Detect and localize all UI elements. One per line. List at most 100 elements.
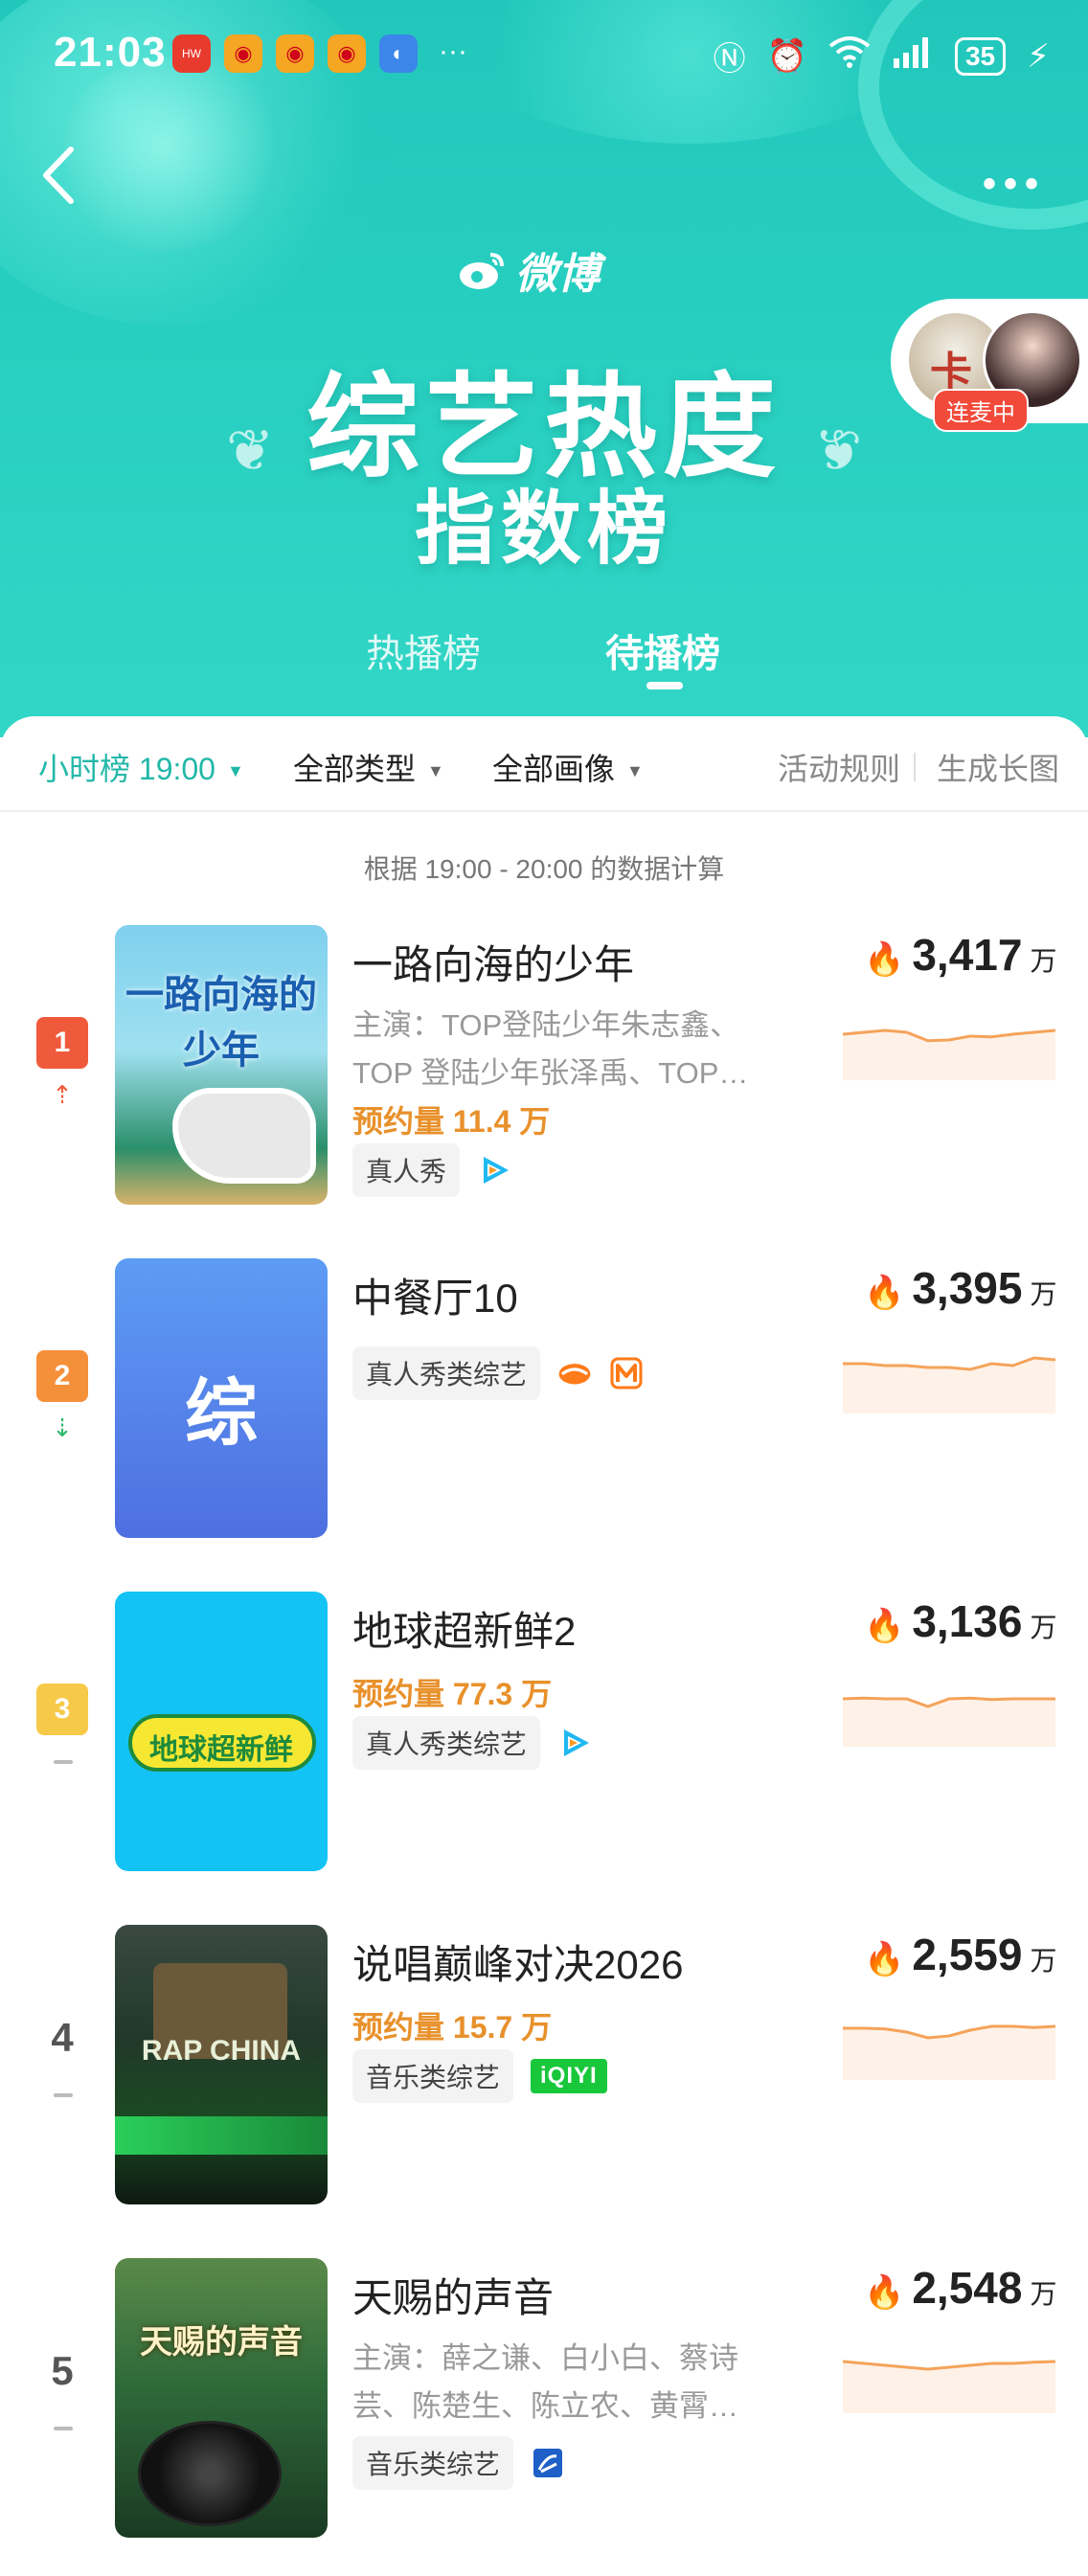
heat-index: 🔥 3,395 万 [864, 1262, 1056, 1314]
divider [914, 753, 916, 781]
mango-tv-icon [557, 1356, 592, 1390]
poster-vinyl-art [138, 2421, 282, 2526]
heat-index: 🔥 2,548 万 [864, 2262, 1056, 2314]
weibo-icon: ◉ [328, 34, 366, 73]
fire-icon: 🔥 [864, 1608, 905, 1644]
alarm-icon: ⏰ [766, 37, 807, 75]
show-title[interactable]: 中餐厅10 [352, 1266, 518, 1324]
trend-flat-icon [54, 2093, 73, 2097]
battery-icon: 35 [954, 36, 1007, 76]
generate-long-image-link[interactable]: 生成长图 [937, 745, 1059, 789]
tag-row: 音乐类综艺 [352, 2436, 565, 2490]
trend-flat-icon [54, 2427, 73, 2430]
heat-value: 2,559 [912, 1930, 1023, 1979]
weibo-eye-icon [460, 253, 504, 289]
tab-indicator [646, 682, 683, 689]
poster-mirror-art [172, 1088, 316, 1184]
sparkline-area [843, 2361, 1055, 2413]
back-button[interactable] [34, 142, 82, 209]
more-options-button[interactable]: ••• [983, 163, 1046, 206]
heat-index: 🔥 3,136 万 [864, 1595, 1056, 1647]
tag-row: 真人秀 [352, 1143, 511, 1197]
trend-flat-icon [54, 1760, 73, 1764]
tencent-video-icon [557, 1726, 592, 1760]
rank-number: 5 [51, 2348, 74, 2393]
heat-unit: 万 [1030, 2279, 1057, 2309]
tag-row: 真人秀类综艺 [352, 1716, 592, 1770]
status-more-icon: ··· [439, 35, 467, 67]
weibo-logo: 微博 [458, 239, 600, 301]
caret-down-icon: ▼ [226, 761, 244, 781]
show-poster[interactable]: 综 [115, 1258, 328, 1538]
heat-sparkline [843, 1028, 1055, 1080]
poster-title: 地球超新鲜 [149, 1734, 293, 1766]
show-poster[interactable]: RAP CHINA [115, 1925, 328, 2204]
tab-upcoming[interactable]: 待播榜 [605, 622, 720, 678]
tab-bar: 热播榜 待播榜 [0, 622, 1088, 699]
heat-index: 🔥 3,417 万 [864, 929, 1056, 981]
filter-time-dropdown[interactable]: 小时榜 19:00 ▼ [38, 745, 244, 789]
sparkline-area [843, 1698, 1055, 1747]
show-title[interactable]: 地球超新鲜2 [352, 1599, 576, 1658]
live-room-entry[interactable]: 卡 连麦中 [891, 299, 1088, 432]
caret-down-icon: ▼ [427, 761, 444, 781]
poster-light-art [115, 2116, 328, 2155]
heat-unit: 万 [1030, 1279, 1057, 1309]
caret-down-icon: ▼ [626, 761, 644, 781]
filter-image-dropdown[interactable]: 全部画像 ▼ [492, 745, 644, 789]
show-poster[interactable]: 一路向海的少年 [115, 925, 328, 1205]
rank-number: 4 [51, 2015, 74, 2060]
heat-value: 3,417 [912, 930, 1023, 980]
show-poster[interactable]: 天赐的声音 [115, 2258, 328, 2538]
sparkline-area [843, 2026, 1055, 2080]
category-tag: 音乐类综艺 [352, 2049, 514, 2103]
hero-banner: 21:03 HW ◉ ◉ ◉ ◐ ··· Ⓝ ⏰ 35 ⚡ ••• 微博 ❦ ❦… [0, 0, 1088, 737]
heat-value: 3,395 [912, 1263, 1023, 1313]
heat-unit: 万 [1030, 946, 1057, 976]
tab-hot[interactable]: 热播榜 [366, 622, 481, 678]
list-item[interactable]: 1 ⇡ 一路向海的少年 一路向海的少年 主演：TOP登陆少年朱志鑫、TOP 登陆… [0, 925, 1088, 1212]
status-right: Ⓝ ⏰ 35 ⚡ [714, 33, 1050, 79]
list-item[interactable]: 5 天赐的声音 天赐的声音 主演：薛之谦、白小白、蔡诗芸、陈楚生、陈立农、黄霄…… [0, 2258, 1088, 2545]
wifi-icon [828, 34, 871, 78]
trend-up-icon: ⇡ [52, 1080, 73, 1109]
poster-title: 天赐的声音 [140, 2324, 303, 2361]
mgtv-icon [609, 1356, 644, 1390]
poster-title: 一路向海的少年 [125, 974, 317, 1072]
list-item[interactable]: 3 地球超新鲜 地球超新鲜2 预约量 77.3 万 真人秀类综艺 🔥 3,136… [0, 1592, 1088, 1879]
nfc-icon: Ⓝ [713, 41, 746, 78]
trend-down-icon: ⇣ [52, 1413, 73, 1442]
show-title[interactable]: 天赐的声音 [352, 2266, 554, 2324]
zhejiang-tv-icon [531, 2446, 565, 2480]
fire-icon: 🔥 [864, 1275, 905, 1311]
filter-image-label: 全部画像 [492, 752, 616, 786]
filter-type-dropdown[interactable]: 全部类型 ▼ [293, 745, 444, 789]
category-tag: 真人秀类综艺 [352, 1346, 541, 1400]
reserve-count: 预约量 77.3 万 [352, 1677, 553, 1711]
activity-rules-link[interactable]: 活动规则 [778, 745, 900, 789]
show-title[interactable]: 一路向海的少年 [352, 933, 634, 991]
calc-note: 根据 19:00 - 20:00 的数据计算 [363, 854, 725, 884]
poster-title: 综 [185, 1373, 258, 1455]
show-title[interactable]: 说唱巅峰对决2026 [352, 1932, 683, 1991]
heat-index: 🔥 2,559 万 [864, 1929, 1056, 1980]
show-poster[interactable]: 地球超新鲜 [115, 1592, 328, 1871]
category-tag: 音乐类综艺 [352, 2436, 514, 2490]
list-item[interactable]: 2 ⇣ 综 中餐厅10 真人秀类综艺 🔥 3,395 万 [0, 1258, 1088, 1546]
ranking-content: 小时榜 19:00 ▼ 全部类型 ▼ 全部画像 ▼ 活动规则 生成长图 根据 19:0… [0, 716, 1088, 2576]
category-tag: 真人秀 [352, 1143, 461, 1197]
heat-value: 2,548 [912, 2263, 1023, 2313]
status-time: 21:03 [54, 29, 167, 76]
rank-badge: 1 [36, 1017, 88, 1069]
browser-icon: ◐ [379, 34, 418, 73]
filter-time-label: 小时榜 19:00 [38, 752, 215, 786]
filter-type-label: 全部类型 [293, 752, 417, 786]
weibo-brand-text: 微博 [515, 251, 600, 298]
status-bar: 21:03 HW ◉ ◉ ◉ ◐ ··· Ⓝ ⏰ 35 ⚡ [0, 0, 1088, 105]
list-item[interactable]: 4 RAP CHINA 说唱巅峰对决2026 预约量 15.7 万 音乐类综艺 … [0, 1925, 1088, 2212]
fire-icon: 🔥 [864, 941, 905, 978]
weibo-icon: ◉ [224, 34, 262, 73]
heat-sparkline [843, 2024, 1055, 2080]
tag-row: 音乐类综艺 iQIYI [352, 2049, 607, 2103]
poster-title: RAP CHINA [141, 2035, 302, 2067]
